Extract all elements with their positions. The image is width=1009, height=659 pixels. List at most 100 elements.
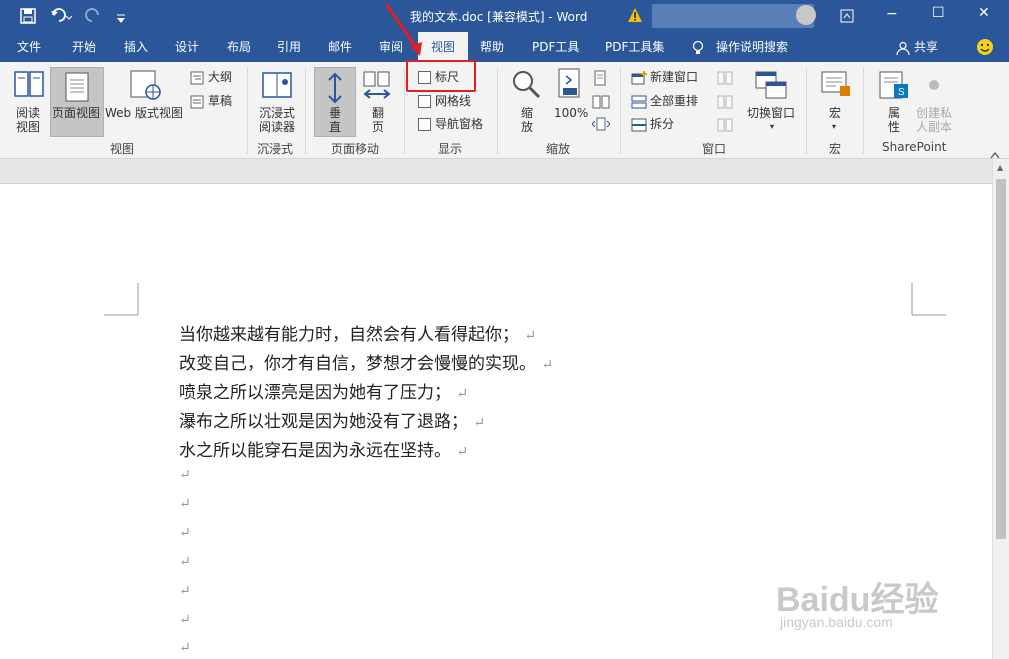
lightbulb-icon[interactable] (692, 40, 704, 56)
minimize-button[interactable]: − (886, 6, 898, 22)
paragraph-mark[interactable]: ↵ (179, 612, 191, 628)
gridlines-checkbox[interactable] (418, 95, 431, 108)
vertical-button[interactable]: 垂 直 (314, 67, 356, 137)
warning-icon[interactable] (627, 7, 643, 23)
ribbon-tabs: 文件 开始 插入 设计 布局 引用 邮件 审阅 视图 帮助 PDF工具 PDF工… (0, 32, 1009, 63)
top-gray-strip (0, 159, 992, 184)
tab-mailings[interactable]: 邮件 (328, 32, 352, 62)
web-layout-icon[interactable] (130, 70, 162, 104)
web-layout-button[interactable]: Web 版式视图 (105, 106, 183, 120)
tab-insert[interactable]: 插入 (124, 32, 148, 62)
reset-position-icon[interactable] (717, 117, 733, 136)
draft-button[interactable]: 草稿 (208, 94, 232, 108)
scrollbar-thumb[interactable] (996, 179, 1006, 539)
ribbon-display-options-icon[interactable] (840, 8, 854, 23)
redo-icon[interactable] (85, 7, 101, 25)
split-icon[interactable] (631, 117, 647, 136)
close-button[interactable]: ✕ (978, 5, 990, 21)
tab-references[interactable]: 引用 (277, 32, 301, 62)
vertical-arrows-icon (328, 72, 342, 104)
arrange-all-icon[interactable] (631, 94, 647, 113)
ruler-highlight-box (406, 60, 476, 92)
document-line[interactable]: 改变自己，你才有自信，梦想才会慢慢的实现。 ↵ (179, 349, 553, 374)
tab-home[interactable]: 开始 (72, 32, 96, 62)
vertical-scrollbar[interactable]: ▲ (992, 159, 1009, 659)
maximize-button[interactable]: ☐ (932, 5, 945, 21)
collapse-ribbon-icon[interactable] (990, 144, 1000, 159)
switch-windows-button[interactable]: 切换窗口 (747, 106, 795, 120)
split-button[interactable]: 拆分 (650, 117, 674, 131)
paragraph-mark[interactable]: ↵ (179, 496, 191, 512)
switch-windows-icon[interactable] (754, 70, 788, 104)
paragraph-mark[interactable]: ↵ (179, 640, 191, 656)
view-side-by-side-icon[interactable] (717, 70, 733, 89)
undo-icon[interactable] (50, 7, 73, 25)
sync-scroll-icon[interactable] (717, 94, 733, 113)
new-window-icon[interactable] (631, 70, 647, 89)
group-separator (806, 68, 807, 154)
print-layout-button[interactable]: 页面视图 (50, 67, 104, 137)
customize-qat-icon[interactable] (115, 10, 127, 23)
arrange-all-button[interactable]: 全部重排 (650, 94, 698, 108)
document-line[interactable]: 喷泉之所以漂亮是因为她有了压力； ↵ (179, 378, 468, 403)
tab-pdf-toolset[interactable]: PDF工具集 (605, 32, 664, 62)
macro-dropdown-icon[interactable]: ▾ (832, 120, 836, 134)
zoom-button[interactable]: 缩 放 (521, 106, 533, 134)
switch-windows-dropdown-icon[interactable]: ▾ (770, 120, 774, 134)
tab-design[interactable]: 设计 (175, 32, 199, 62)
side-to-side-icon[interactable] (362, 70, 392, 104)
outline-button[interactable]: 大纲 (208, 70, 232, 84)
document-line[interactable]: 瀑布之所以壮观是因为她没有了退路； ↵ (179, 407, 485, 432)
immersive-reader-button[interactable]: 沉浸式 阅读器 (259, 106, 295, 134)
macro-button[interactable]: 宏 (829, 106, 841, 120)
zoom-100-button[interactable]: 100% (554, 106, 588, 120)
tab-pdf-tools[interactable]: PDF工具 (532, 32, 579, 62)
zoom-100-icon[interactable] (556, 68, 584, 104)
group-label-views: 视图 (110, 142, 135, 156)
properties-button[interactable]: 属 性 (888, 106, 900, 134)
outline-icon[interactable] (190, 70, 204, 89)
scroll-up-icon[interactable]: ▲ (997, 163, 1003, 172)
ribbon: 阅读 视图 页面视图 Web 版式视图 大纲 草稿 视图 沉浸式 阅读器 沉浸式… (0, 60, 1009, 159)
paragraph-mark[interactable]: ↵ (179, 525, 191, 541)
tab-help[interactable]: 帮助 (480, 32, 504, 62)
group-separator (620, 68, 621, 154)
zoom-magnifier-icon[interactable] (510, 68, 542, 104)
avatar[interactable] (796, 5, 816, 25)
account-area[interactable] (652, 4, 814, 28)
group-separator (404, 68, 405, 154)
group-label-zoom: 缩放 (546, 142, 571, 156)
tab-layout[interactable]: 布局 (227, 32, 251, 62)
one-page-icon[interactable] (594, 70, 606, 90)
document-line[interactable]: 水之所以能穿石是因为永远在坚持。 ↵ (179, 436, 468, 461)
immersive-reader-icon[interactable] (261, 70, 293, 104)
paragraph-mark[interactable]: ↵ (179, 583, 191, 599)
vertical-label: 垂 直 (329, 106, 342, 134)
draft-icon[interactable] (190, 94, 204, 113)
group-label-window: 窗口 (702, 142, 727, 156)
multiple-pages-icon[interactable] (592, 94, 610, 113)
search-tell-me[interactable]: 操作说明搜索 (716, 32, 788, 62)
group-label-page-movement: 页面移动 (331, 142, 380, 156)
print-layout-label: 页面视图 (52, 106, 101, 120)
side-to-side-button[interactable]: 翻 页 (372, 106, 384, 134)
create-private-copy-icon[interactable] (928, 76, 940, 95)
paragraph-mark[interactable]: ↵ (179, 554, 191, 570)
document-line[interactable]: 当你越来越有能力时，自然会有人看得起你； ↵ (179, 320, 536, 345)
new-window-button[interactable]: 新建窗口 (650, 70, 698, 84)
margin-corner-mark (911, 283, 946, 316)
group-label-macros: 宏 (829, 142, 842, 156)
properties-icon[interactable]: S (878, 70, 910, 104)
read-mode-button[interactable]: 阅读 视图 (16, 106, 40, 134)
read-mode-icon[interactable] (14, 70, 44, 102)
share-button[interactable]: 共享 (914, 32, 938, 62)
paragraph-mark[interactable]: ↵ (179, 467, 191, 483)
create-private-copy-button[interactable]: 创建私 人副本 (916, 106, 952, 134)
share-icon[interactable] (896, 40, 910, 56)
smiley-feedback-icon[interactable] (976, 38, 994, 56)
page-width-icon[interactable] (591, 116, 611, 135)
nav-pane-checkbox[interactable] (418, 118, 431, 131)
save-icon[interactable] (20, 8, 36, 24)
tab-file[interactable]: 文件 (17, 32, 41, 62)
macro-icon[interactable] (820, 70, 852, 104)
